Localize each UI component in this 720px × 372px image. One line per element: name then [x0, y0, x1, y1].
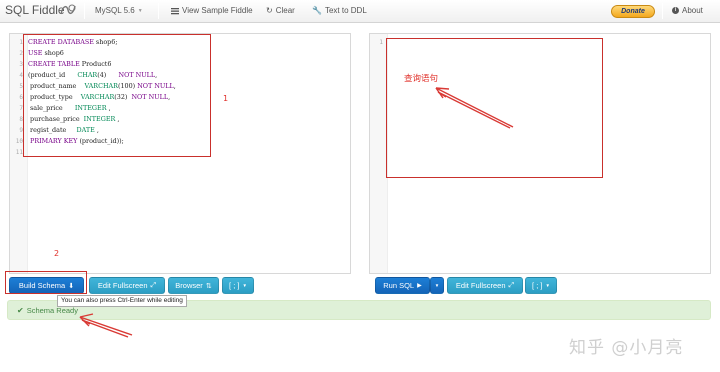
arrow-to-query-box: [435, 87, 514, 129]
arrow-to-status: [79, 313, 133, 338]
zhihu-watermark: 知乎 @小月亮: [569, 338, 684, 358]
annotation-arrows: [79, 87, 514, 338]
